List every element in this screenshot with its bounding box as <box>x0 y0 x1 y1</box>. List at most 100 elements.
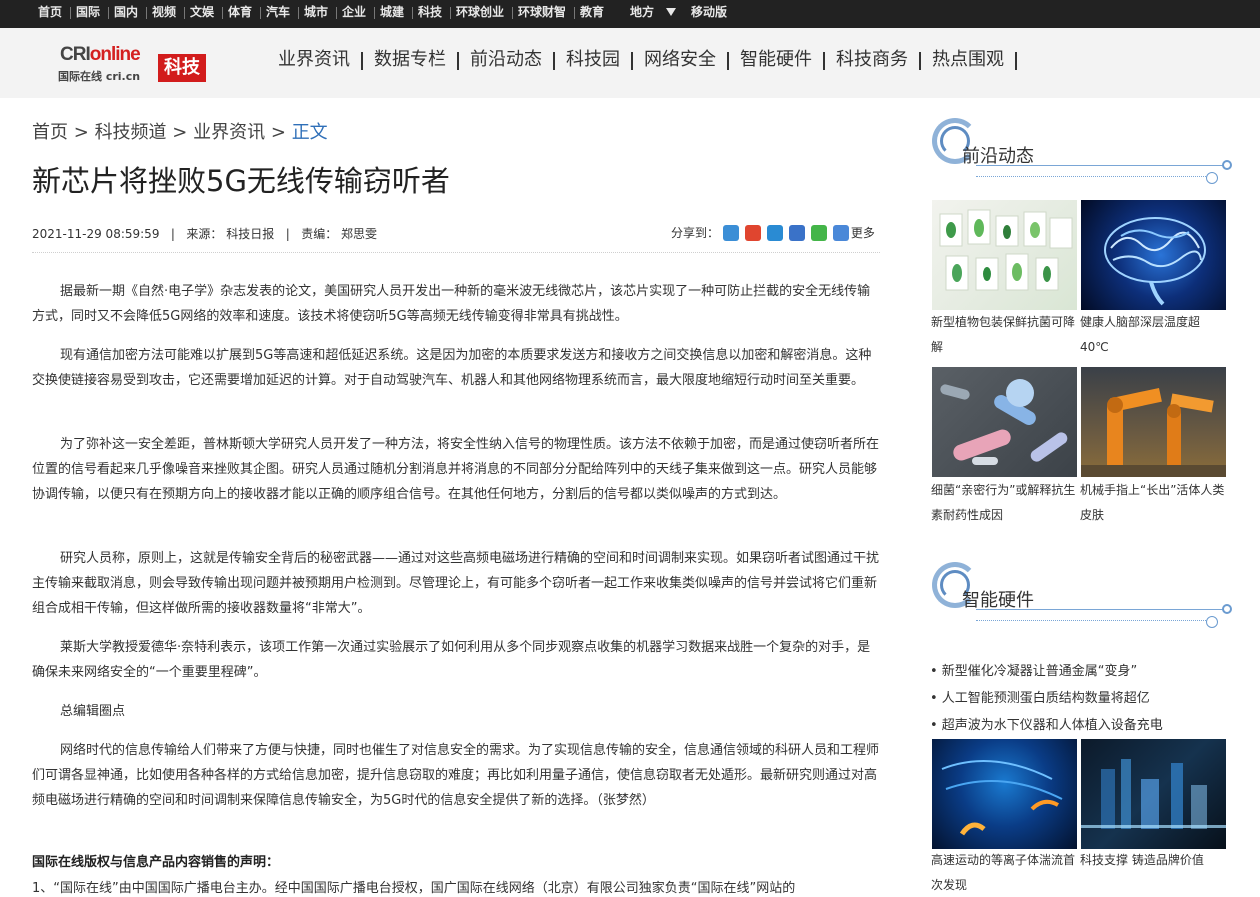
hardware-caption[interactable]: 科技支撑 铸造品牌价值 <box>1080 848 1226 873</box>
qzone-share-icon[interactable] <box>722 225 739 241</box>
header-line <box>976 165 1226 166</box>
share-more-link[interactable]: 更多 <box>851 226 875 240</box>
article-title: 新芯片将挫败5G无线传输窃听者 <box>32 164 450 198</box>
breadcrumb-channel[interactable]: 科技频道 <box>95 122 167 143</box>
nav-divider <box>1015 52 1017 70</box>
topnav-domestic[interactable]: 国内 <box>114 0 138 28</box>
brand-value-thumbnail[interactable] <box>1081 739 1226 849</box>
topnav-tech[interactable]: 科技 <box>418 0 442 28</box>
frontier-caption[interactable]: 机械手指上“长出”活体人类皮肤 <box>1080 478 1226 528</box>
nav-industry-news[interactable]: 业界资讯 <box>278 48 350 72</box>
nav-divider <box>631 52 633 70</box>
breadcrumb-current: 正文 <box>291 122 328 143</box>
nav-tech-park[interactable]: 科技园 <box>566 48 620 72</box>
topnav-separator <box>374 7 375 19</box>
nav-divider <box>553 52 555 70</box>
circle-node-icon <box>1222 160 1232 170</box>
frontier-section-header: 前沿动态 <box>932 118 1232 188</box>
topnav-urban-construction[interactable]: 城建 <box>380 0 404 28</box>
plasma-thumbnail[interactable] <box>932 739 1077 849</box>
header-dotted-line <box>976 176 1206 177</box>
topnav-separator <box>512 7 513 19</box>
topnav-global-startup[interactable]: 环球创业 <box>456 0 504 28</box>
breadcrumb-section[interactable]: 业界资讯 <box>193 122 265 143</box>
nav-network-security[interactable]: 网络安全 <box>644 48 716 72</box>
article-paragraph: 为了弥补这一安全差距，普林斯顿大学研究人员开发了一种方法，将安全性纳入信号的物理… <box>32 437 880 502</box>
topnav-separator <box>412 7 413 19</box>
more-share-icon[interactable] <box>832 225 849 241</box>
nav-data-column[interactable]: 数据专栏 <box>374 48 446 72</box>
topnav-separator <box>298 7 299 19</box>
topnav-auto[interactable]: 汽车 <box>266 0 290 28</box>
weibo-share-icon[interactable] <box>744 225 761 241</box>
top-navigation-bar: 首页 国际 国内 视频 文娱 体育 汽车 城市 企业 城建 科技 环球创业 环球… <box>0 0 1260 28</box>
article-meta: 2021-11-29 08:59:59 | 来源： 科技日报 | 责编： 郑思雯 <box>32 225 377 242</box>
plant-packaging-image <box>939 209 1073 291</box>
share-label: 分享到： <box>671 226 720 240</box>
breadcrumb-separator: > <box>270 122 286 143</box>
hardware-headline-link[interactable]: • 新型催化冷凝器让普通金属“变身” <box>930 660 1137 679</box>
nav-smart-hardware[interactable]: 智能硬件 <box>740 48 812 72</box>
logo-tech-badge: 科技 <box>158 54 206 82</box>
robot-hand-image <box>1081 387 1226 477</box>
topnav-mobile[interactable]: 移动版 <box>691 0 727 28</box>
article-source: 来源： 科技日报 <box>186 227 275 241</box>
topnav-separator <box>336 7 337 19</box>
topnav-city[interactable]: 城市 <box>304 0 328 28</box>
frontier-caption[interactable]: 新型植物包装保鲜抗菌可降解 <box>931 310 1077 360</box>
wechat-share-icon[interactable] <box>810 225 827 241</box>
robot-hand-thumbnail[interactable] <box>1081 367 1226 477</box>
brain-thumbnail[interactable] <box>1081 200 1226 310</box>
topnav-separator <box>450 7 451 19</box>
pengyou-share-icon[interactable] <box>766 225 783 241</box>
article-paragraph: 莱斯大学教授爱德华·奈特利表示，该项工作第一次通过实验展示了如何利用从多个同步观… <box>32 640 871 680</box>
breadcrumb-separator: > <box>73 122 89 143</box>
topnav-home[interactable]: 首页 <box>38 0 62 28</box>
plasma-image <box>941 760 1063 836</box>
crosshair-icon <box>1206 616 1218 628</box>
nav-divider <box>361 52 363 70</box>
nav-frontier[interactable]: 前沿动态 <box>470 48 542 72</box>
topnav-international[interactable]: 国际 <box>76 0 100 28</box>
topnav-enterprise[interactable]: 企业 <box>342 0 366 28</box>
hardware-caption[interactable]: 高速运动的等离子体湍流首次发现 <box>931 848 1077 897</box>
topnav-sports[interactable]: 体育 <box>228 0 252 28</box>
nav-divider <box>727 52 729 70</box>
topnav-entertainment[interactable]: 文娱 <box>190 0 214 28</box>
frontier-caption[interactable]: 细菌“亲密行为”或解释抗生素耐药性成因 <box>931 478 1077 528</box>
cri-online-logo[interactable]: CRIonline 国际在线 cri.cn 科技 <box>58 44 208 84</box>
bacteria-image <box>940 379 1068 465</box>
topnav-global-finance[interactable]: 环球财智 <box>518 0 566 28</box>
nav-hot-topics[interactable]: 热点围观 <box>932 48 1004 72</box>
logo-wordmark: CRIonline <box>60 44 141 65</box>
article-paragraph: 研究人员称，原则上，这就是传输安全背后的秘密武器——通过对这些高频电磁场进行精确… <box>32 551 880 616</box>
crosshair-icon <box>1206 172 1218 184</box>
hardware-headline-link[interactable]: • 人工智能预测蛋白质结构数量将超亿 <box>930 687 1150 706</box>
topnav-separator <box>184 7 185 19</box>
topnav-separator <box>146 7 147 19</box>
breadcrumb-home[interactable]: 首页 <box>32 122 68 143</box>
topnav-separator <box>108 7 109 19</box>
meta-separator: | <box>278 227 298 241</box>
channel-header: CRIonline 国际在线 cri.cn 科技 业界资讯 数据专栏 前沿动态 … <box>0 28 1260 98</box>
share-bar: 分享到： 更多 <box>671 224 875 241</box>
meta-divider <box>32 252 880 253</box>
article-subheading: 总编辑圈点 <box>60 704 126 719</box>
nav-tech-business[interactable]: 科技商务 <box>836 48 908 72</box>
article-paragraph: 现有通信加密方法可能难以扩展到5G等高速和超低延迟系统。这是因为加密的本质要求发… <box>32 348 872 388</box>
circle-node-icon <box>1222 604 1232 614</box>
topnav-education[interactable]: 教育 <box>580 0 604 28</box>
plant-packaging-thumbnail[interactable] <box>932 200 1077 310</box>
header-line <box>976 609 1226 610</box>
chevron-down-icon[interactable] <box>666 8 676 16</box>
bacteria-thumbnail[interactable] <box>932 367 1077 477</box>
hardware-section-header: 智能硬件 <box>932 562 1232 632</box>
renren-share-icon[interactable] <box>788 225 805 241</box>
topnav-video[interactable]: 视频 <box>152 0 176 28</box>
topnav-separator <box>574 7 575 19</box>
frontier-caption[interactable]: 健康人脑部深层温度超40℃ <box>1080 310 1226 360</box>
topnav-local[interactable]: 地方 <box>630 0 654 28</box>
brain-image <box>1104 217 1206 306</box>
hardware-headline-link[interactable]: • 超声波为水下仪器和人体植入设备充电 <box>930 714 1163 733</box>
article-paragraph: 网络时代的信息传输给人们带来了方便与快捷，同时也催生了对信息安全的需求。为了实现… <box>32 743 880 808</box>
